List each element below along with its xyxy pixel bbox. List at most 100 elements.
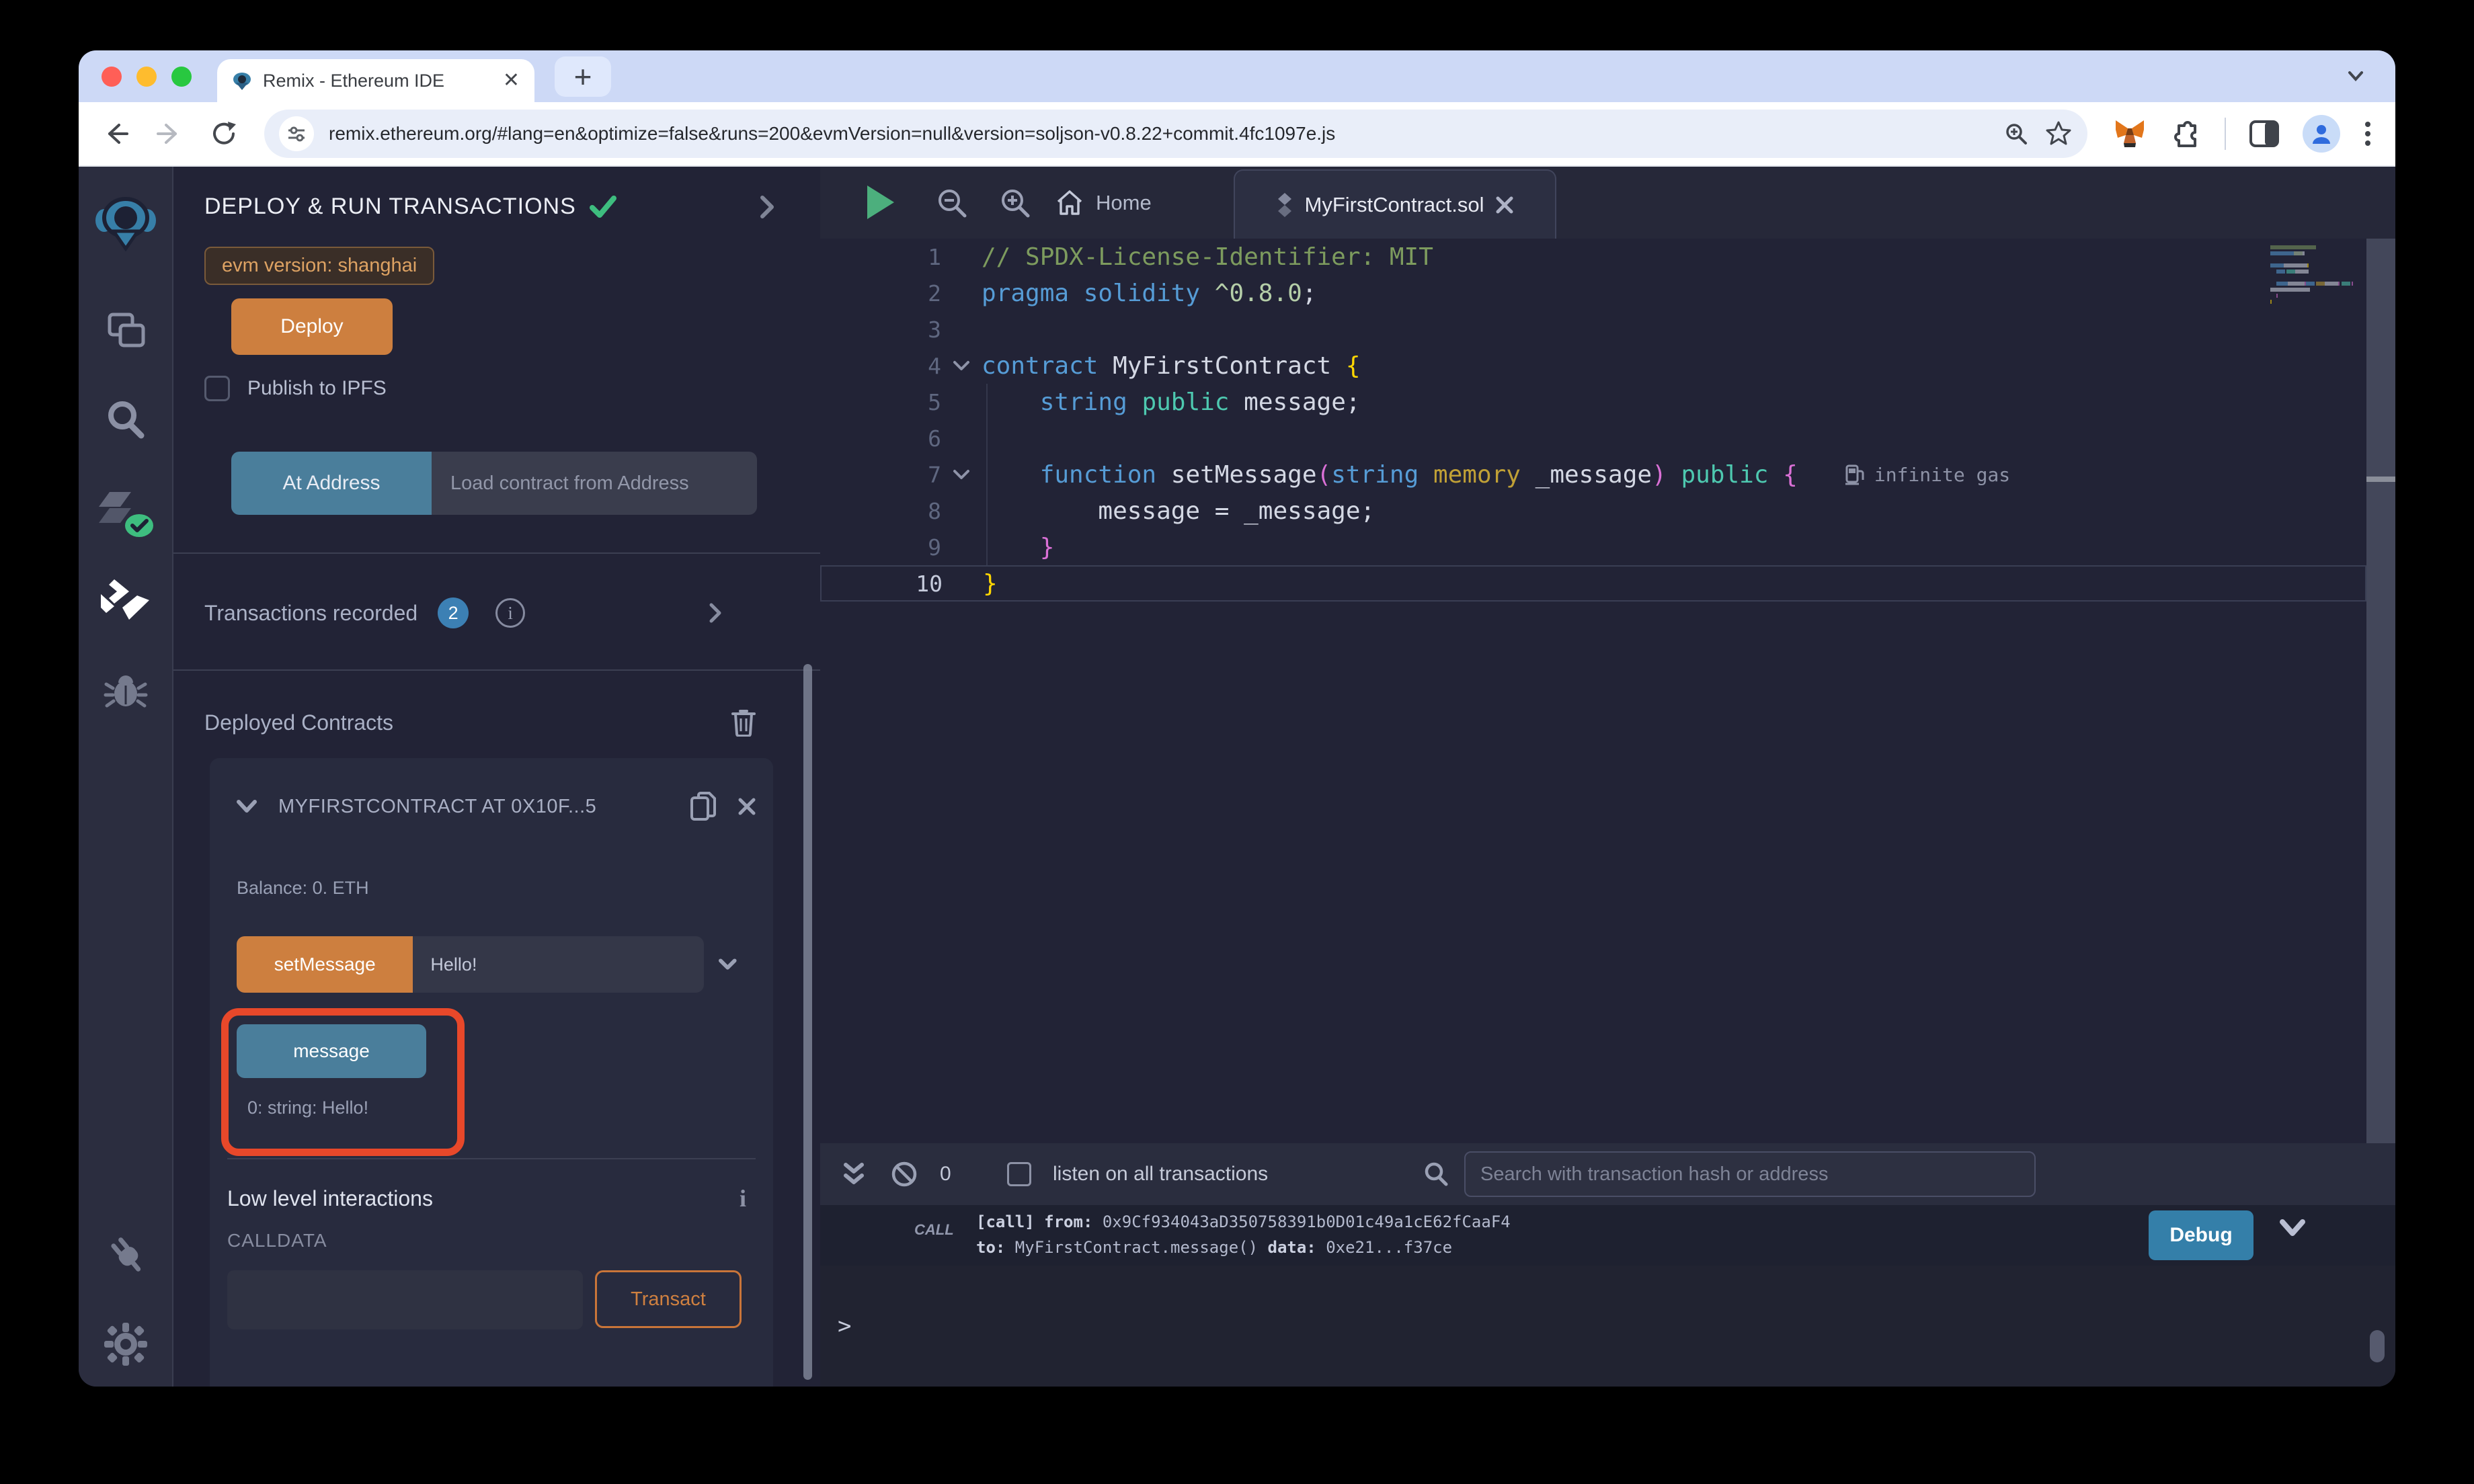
terminal-scroll-thumb[interactable] xyxy=(2370,1330,2385,1362)
log-text: [call] from: 0x9Cf934043aD350758391b0D01… xyxy=(976,1209,1511,1260)
url-bar[interactable]: remix.ethereum.org/#lang=en&optimize=fal… xyxy=(264,110,2087,158)
reload-icon[interactable] xyxy=(209,119,239,149)
contract-collapse-chevron-icon[interactable] xyxy=(237,800,257,813)
terminal-search-input[interactable] xyxy=(1464,1151,2036,1197)
code-line[interactable]: 7 function setMessage(string memory _mes… xyxy=(820,456,2366,493)
at-address-input[interactable] xyxy=(432,452,757,515)
bookmark-star-icon[interactable] xyxy=(2044,120,2073,148)
panel-title: DEPLOY & RUN TRANSACTIONS xyxy=(204,194,576,220)
code-line[interactable]: 5 string public message; xyxy=(820,384,2366,420)
evm-version-badge: evm version: shanghai xyxy=(204,247,434,285)
low-level-info-icon[interactable]: i xyxy=(740,1184,746,1212)
editor-scrollbar-thumb xyxy=(2366,477,2395,482)
expand-terminal-icon[interactable] xyxy=(842,1143,866,1205)
zoom-in-icon[interactable] xyxy=(999,187,1031,219)
call-badge: CALL xyxy=(914,1221,954,1239)
browser-tab[interactable]: Remix - Ethereum IDE ✕ xyxy=(217,59,534,102)
set-message-row: setMessage xyxy=(237,936,737,993)
set-message-button[interactable]: setMessage xyxy=(237,936,413,993)
pending-tx-count: 0 xyxy=(940,1143,951,1205)
code-line[interactable]: 1// SPDX-License-Identifier: MIT xyxy=(820,239,2366,275)
extensions-puzzle-icon[interactable] xyxy=(2169,118,2202,150)
expand-args-chevron-icon[interactable] xyxy=(719,958,737,971)
transactions-info-icon[interactable]: i xyxy=(495,598,525,628)
code-line[interactable]: 8 message = _message; xyxy=(820,493,2366,529)
deploy-run-panel: DEPLOY & RUN TRANSACTIONS evm version: s… xyxy=(173,167,820,1387)
sidebar-toggle-icon[interactable] xyxy=(2249,119,2280,149)
code-editor[interactable]: 1// SPDX-License-Identifier: MIT2pragma … xyxy=(820,239,2395,1143)
panel-scrollbar[interactable] xyxy=(803,664,812,1380)
metamask-icon[interactable] xyxy=(2113,118,2147,150)
plugin-manager-icon[interactable] xyxy=(79,1232,172,1276)
code-line[interactable]: 2pragma solidity ^0.8.0; xyxy=(820,275,2366,311)
home-icon xyxy=(1055,190,1084,216)
profile-avatar[interactable] xyxy=(2303,115,2340,153)
publish-ipfs-checkbox[interactable] xyxy=(204,376,230,401)
terminal-log-row[interactable]: CALL [call] from: 0x9Cf934043aD350758391… xyxy=(820,1205,2395,1266)
maximize-window-button[interactable] xyxy=(171,67,192,87)
solidity-file-icon xyxy=(1277,193,1293,217)
clear-console-icon[interactable] xyxy=(890,1143,918,1205)
site-settings-icon[interactable] xyxy=(279,116,314,151)
tab-file-active[interactable]: MyFirstContract.sol xyxy=(1234,169,1556,239)
debug-button[interactable]: Debug xyxy=(2149,1210,2253,1260)
transact-button[interactable]: Transact xyxy=(595,1270,742,1328)
toolbar-extensions xyxy=(2113,115,2372,153)
zoom-out-icon[interactable] xyxy=(936,187,968,219)
copy-address-icon[interactable] xyxy=(690,791,717,822)
listen-all-checkbox[interactable] xyxy=(1007,1162,1031,1186)
card-divider xyxy=(227,1158,756,1159)
transactions-expand-chevron-icon[interactable] xyxy=(709,602,722,624)
code-line[interactable]: 6 xyxy=(820,420,2366,456)
transactions-recorded-label: Transactions recorded xyxy=(204,601,417,626)
listen-all-label: listen on all transactions xyxy=(1053,1143,1268,1205)
terminal-prompt-area[interactable]: > xyxy=(820,1266,2395,1387)
calldata-input[interactable] xyxy=(227,1270,583,1329)
search-icon[interactable] xyxy=(79,399,172,441)
calldata-label: CALLDATA xyxy=(227,1230,327,1251)
code-line[interactable]: 10} xyxy=(820,565,2366,602)
trash-icon[interactable] xyxy=(731,708,756,737)
contract-balance: Balance: 0. ETH xyxy=(237,878,369,899)
file-explorer-icon[interactable] xyxy=(79,309,172,352)
set-message-input[interactable] xyxy=(413,936,704,993)
menu-kebab-icon[interactable] xyxy=(2363,119,2372,149)
run-script-icon[interactable] xyxy=(863,183,898,222)
debugger-bug-icon[interactable] xyxy=(79,669,172,711)
forward-icon[interactable] xyxy=(155,120,184,148)
tab-home[interactable]: Home xyxy=(1055,167,1152,239)
close-window-button[interactable] xyxy=(102,67,122,87)
code-line[interactable]: 3 xyxy=(820,311,2366,347)
settings-gear-icon[interactable] xyxy=(79,1321,172,1367)
deploy-button[interactable]: Deploy xyxy=(231,298,393,355)
back-icon[interactable] xyxy=(102,120,130,148)
url-text[interactable]: remix.ethereum.org/#lang=en&optimize=fal… xyxy=(329,123,1988,145)
message-button[interactable]: message xyxy=(237,1024,426,1078)
tab-list-chevron-icon[interactable] xyxy=(2346,68,2366,84)
remix-favicon-icon xyxy=(232,71,252,91)
deploy-run-icon[interactable] xyxy=(79,578,172,622)
log-expand-chevron-icon[interactable] xyxy=(2279,1219,2306,1237)
at-address-button[interactable]: At Address xyxy=(231,452,432,515)
close-file-tab-icon[interactable] xyxy=(1496,196,1513,214)
code-line[interactable]: 4contract MyFirstContract { xyxy=(820,347,2366,384)
deployed-contracts-header: Deployed Contracts xyxy=(204,698,793,747)
minimap[interactable] xyxy=(2270,245,2358,306)
panel-divider xyxy=(173,669,820,671)
remove-contract-icon[interactable] xyxy=(738,798,756,815)
code-line[interactable]: 9 } xyxy=(820,529,2366,565)
tab-close-icon[interactable]: ✕ xyxy=(503,71,520,91)
remix-logo-icon[interactable] xyxy=(79,194,172,251)
browser-toolbar: remix.ethereum.org/#lang=en&optimize=fal… xyxy=(79,102,2395,167)
window-controls xyxy=(102,67,192,87)
zoom-page-icon[interactable] xyxy=(2003,120,2030,147)
contract-title[interactable]: MYFIRSTCONTRACT AT 0X10F...5 xyxy=(278,796,596,818)
main-area: Home MyFirstContract.sol 1// SPDX-L xyxy=(820,167,2395,1387)
minimize-window-button[interactable] xyxy=(136,67,157,87)
deployed-contract-card: MYFIRSTCONTRACT AT 0X10F...5 Balance: 0.… xyxy=(210,758,773,1387)
solidity-compiler-icon[interactable] xyxy=(79,488,172,540)
panel-expand-chevron-icon[interactable] xyxy=(760,195,774,219)
editor-scrollbar[interactable] xyxy=(2366,239,2395,1143)
deployed-contracts-title: Deployed Contracts xyxy=(204,710,393,735)
new-tab-button[interactable]: + xyxy=(555,56,611,97)
